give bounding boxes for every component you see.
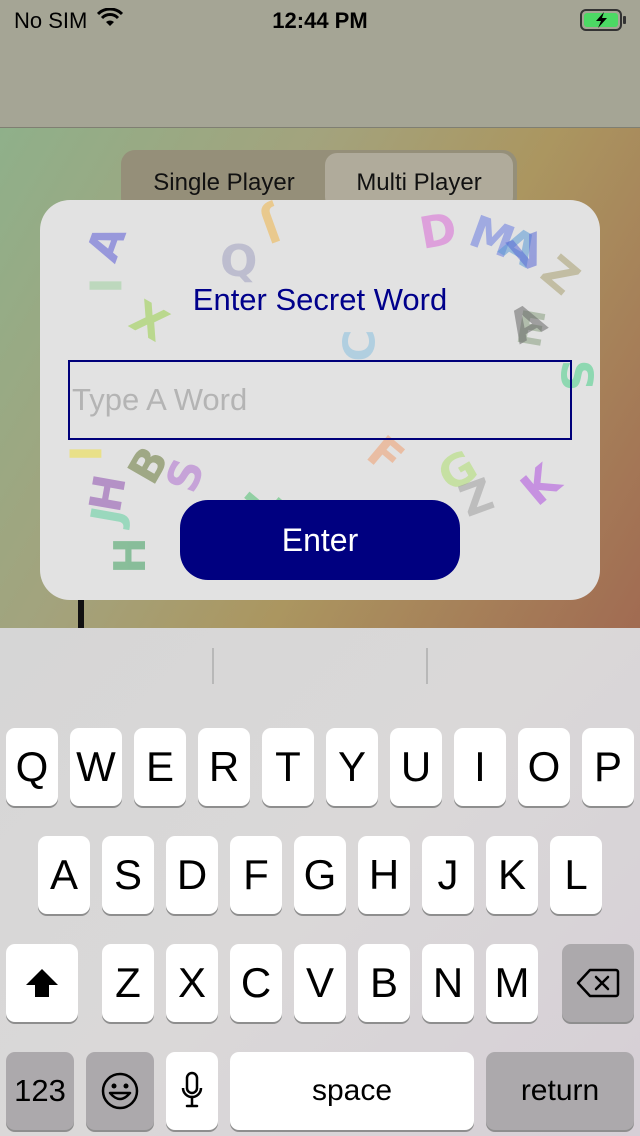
background-letter: J (253, 200, 287, 253)
key-j[interactable]: J (422, 836, 474, 914)
key-q[interactable]: Q (6, 728, 58, 806)
predictive-divider (212, 648, 214, 684)
key-f[interactable]: F (230, 836, 282, 914)
key-l[interactable]: L (550, 836, 602, 914)
key-b[interactable]: B (358, 944, 410, 1022)
key-w[interactable]: W (70, 728, 122, 806)
microphone-icon (181, 1071, 203, 1108)
predictive-divider (426, 648, 428, 684)
key-d[interactable]: D (166, 836, 218, 914)
backspace-icon (576, 968, 620, 998)
clock: 12:44 PM (272, 8, 368, 33)
key-h[interactable]: H (358, 836, 410, 914)
background-letter: H (104, 537, 156, 574)
navigation-area (0, 40, 640, 128)
shift-key[interactable] (6, 944, 78, 1022)
secret-word-dialog: A J D M A V Z X C E A S B S F G Z K H J … (40, 200, 600, 600)
background-letter: K (511, 455, 571, 516)
background-letter: D (415, 203, 461, 260)
key-c[interactable]: C (230, 944, 282, 1022)
key-v[interactable]: V (294, 944, 346, 1022)
key-z[interactable]: Z (102, 944, 154, 1022)
delete-key[interactable] (562, 944, 634, 1022)
shift-icon (26, 969, 58, 997)
key-p[interactable]: P (582, 728, 634, 806)
key-r[interactable]: R (198, 728, 250, 806)
key-a[interactable]: A (38, 836, 90, 914)
background-letter: S (156, 451, 216, 500)
key-t[interactable]: T (262, 728, 314, 806)
space-key[interactable]: space (230, 1052, 474, 1130)
return-key[interactable]: return (486, 1052, 634, 1130)
key-u[interactable]: U (390, 728, 442, 806)
emoji-key[interactable] (86, 1052, 154, 1130)
key-e[interactable]: E (134, 728, 186, 806)
enter-button[interactable]: Enter (180, 500, 460, 580)
dialog-title: Enter Secret Word (192, 282, 448, 317)
key-o[interactable]: O (518, 728, 570, 806)
background-letter: C (334, 329, 386, 362)
secret-word-input[interactable] (68, 360, 572, 440)
key-x[interactable]: X (166, 944, 218, 1022)
key-i[interactable]: I (454, 728, 506, 806)
background-letter: Q (220, 236, 258, 287)
predictive-bar (0, 628, 640, 714)
key-g[interactable]: G (294, 836, 346, 914)
hangman-post (78, 596, 84, 628)
background-letter: Z (452, 466, 500, 525)
dictation-key[interactable] (166, 1052, 218, 1130)
numbers-key[interactable]: 123 (6, 1052, 74, 1130)
key-s[interactable]: S (102, 836, 154, 914)
key-m[interactable]: M (486, 944, 538, 1022)
status-bar: No SIM 12:44 PM (0, 0, 640, 40)
background-letter: A (77, 218, 137, 269)
key-k[interactable]: K (486, 836, 538, 914)
background-letter: I (58, 445, 110, 462)
emoji-icon (101, 1072, 139, 1110)
key-n[interactable]: N (422, 944, 474, 1022)
battery-icon (580, 8, 628, 38)
keyboard: Q W E R T Y U I O P A S D F G H J K L Z … (0, 628, 640, 1136)
key-y[interactable]: Y (326, 728, 378, 806)
